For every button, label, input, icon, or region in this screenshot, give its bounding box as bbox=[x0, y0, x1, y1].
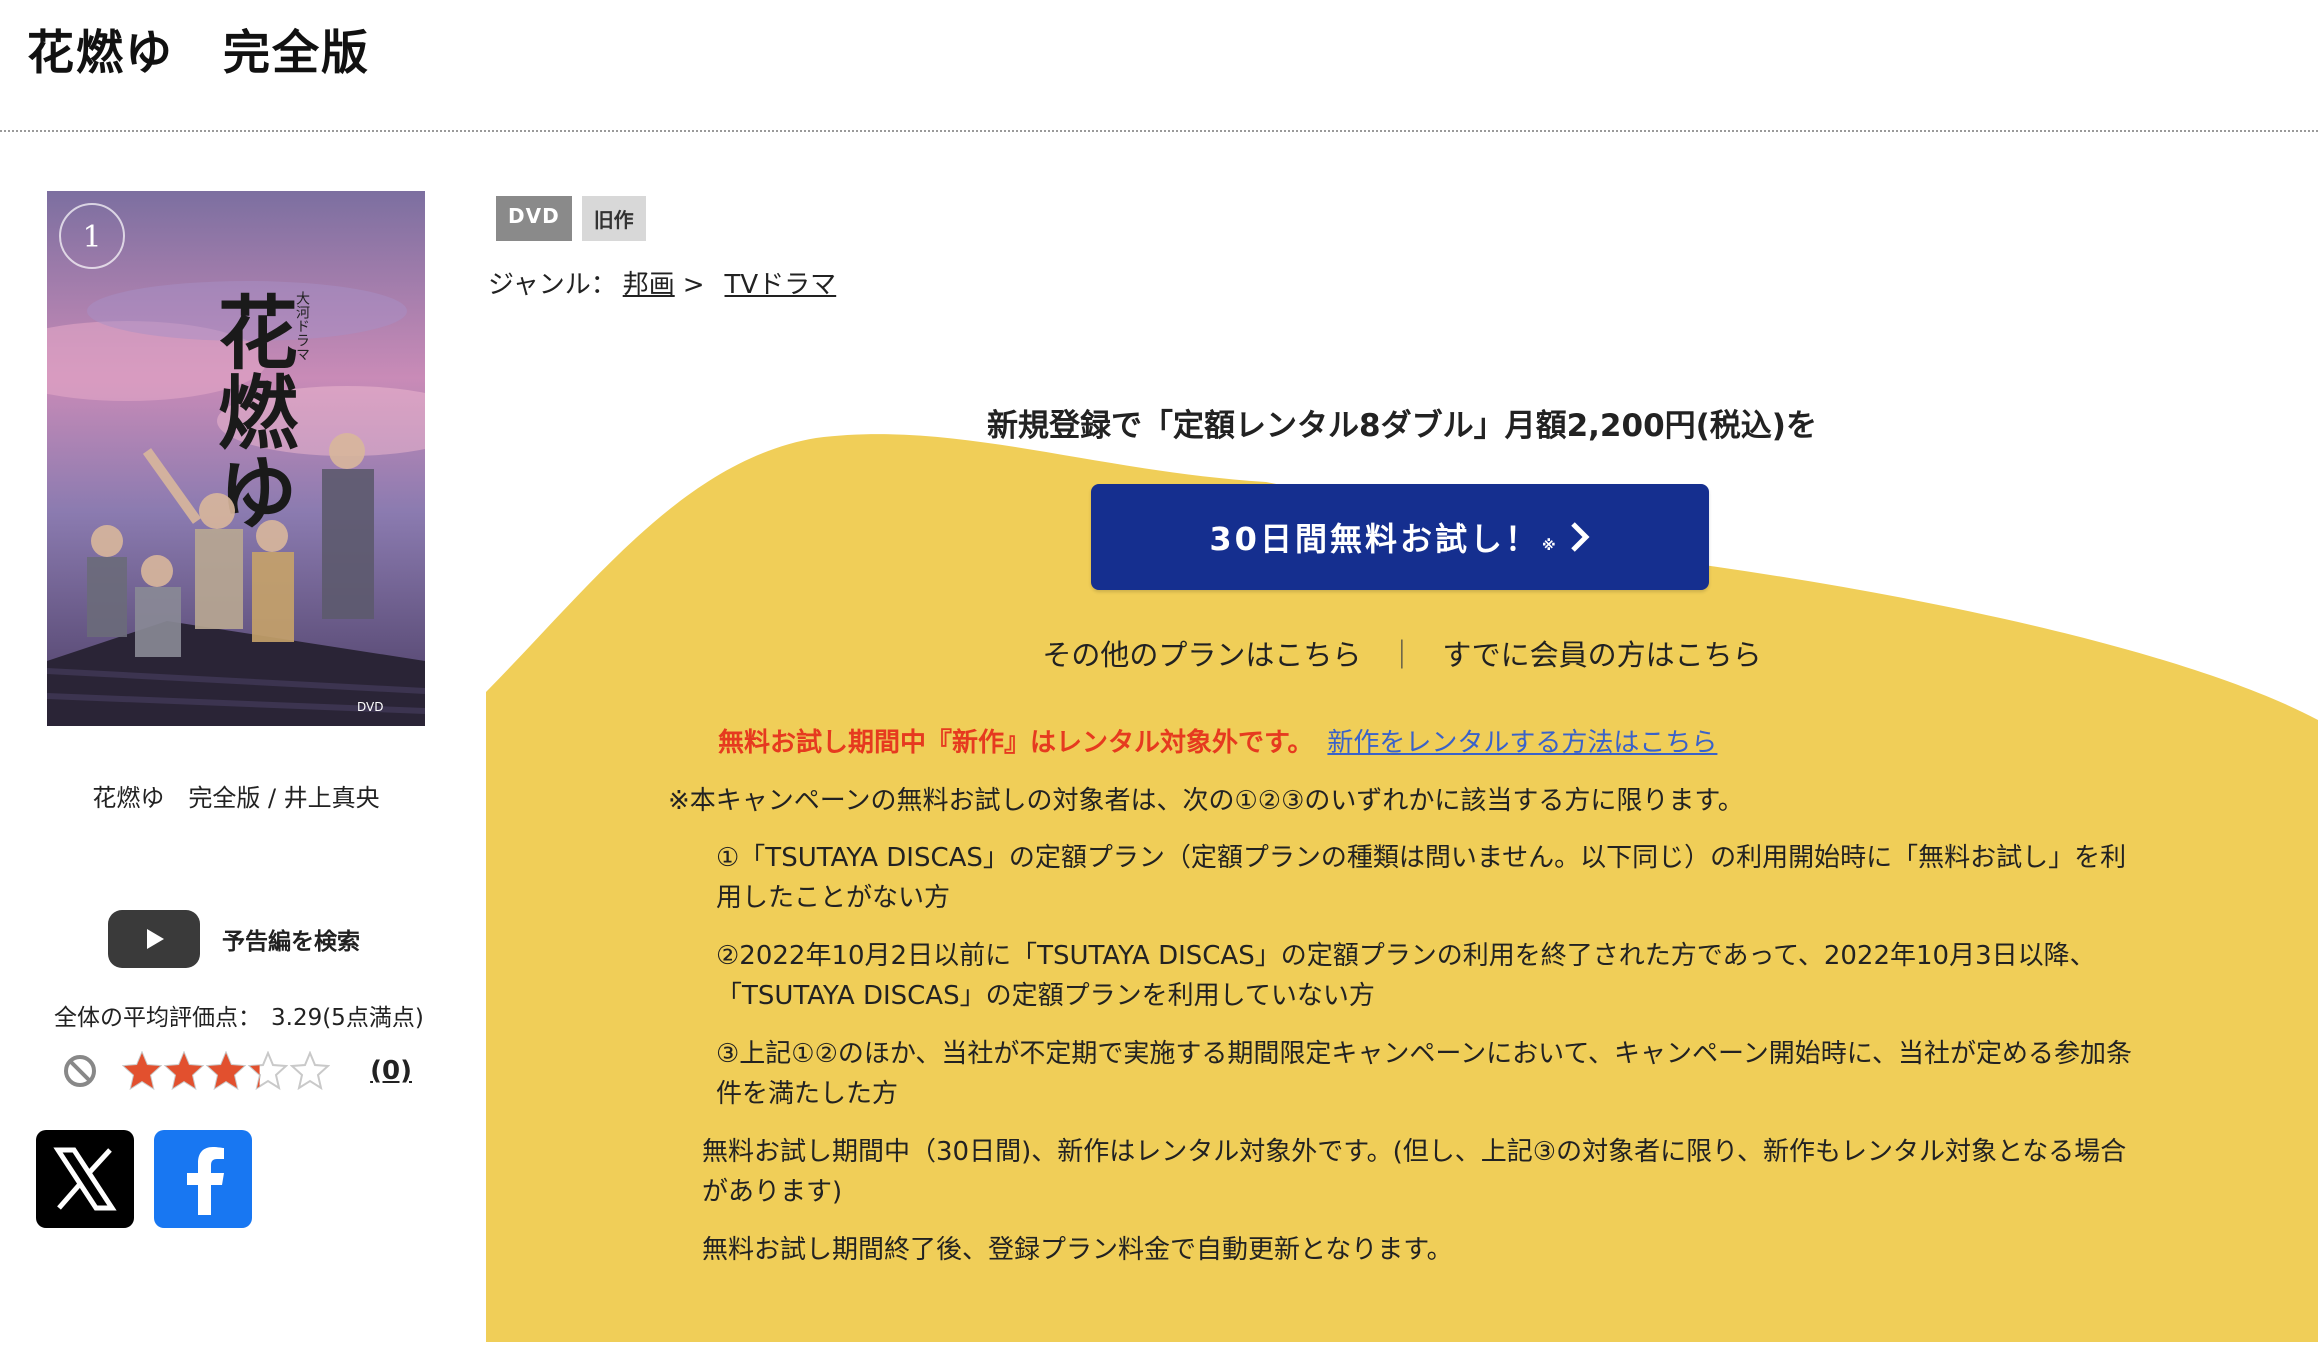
status-badge: 旧作 bbox=[581, 196, 646, 241]
x-logo-icon bbox=[53, 1147, 117, 1211]
facebook-logo-icon bbox=[187, 1147, 224, 1215]
plan-links-separator: ｜ bbox=[1387, 638, 1417, 672]
not-interested-icon[interactable] bbox=[62, 1053, 98, 1089]
svg-text:DVD: DVD bbox=[357, 700, 383, 714]
facebook-share-button[interactable] bbox=[154, 1130, 252, 1228]
youtube-play-icon bbox=[108, 910, 200, 968]
star-rating[interactable] bbox=[122, 1051, 330, 1091]
member-login-link[interactable]: すでに会員の方はこちら bbox=[1442, 638, 1761, 672]
x-share-button[interactable] bbox=[36, 1130, 134, 1228]
average-rating-value: 3.29(5点満点) bbox=[271, 1005, 424, 1031]
trailer-label: 予告編を検索 bbox=[222, 929, 360, 955]
badges: DVD 旧作 bbox=[496, 196, 646, 241]
header-divider bbox=[0, 130, 2318, 132]
star-5[interactable] bbox=[290, 1051, 330, 1091]
cover-volume: 1 bbox=[82, 220, 101, 255]
star-2[interactable] bbox=[164, 1051, 204, 1091]
plan-links: その他のプランはこちら ｜ すでに会員の方はこちら bbox=[486, 632, 2318, 674]
page-title: 花燃ゆ 完全版 bbox=[27, 26, 370, 81]
trial-new-release-note: 無料お試し期間中（30日間)、新作はレンタル対象外です。(但し、上記③の対象者に… bbox=[702, 1137, 2127, 1207]
campaign-eligibility-intro: ※本キャンペーンの無料お試しの対象者は、次の①②③のいずれかに該当する方に限りま… bbox=[668, 786, 1744, 816]
condition-3: ③上記①②のほか、当社が不定期で実施する期間限定キャンペーンにおいて、キャンペー… bbox=[716, 1039, 2132, 1109]
chevron-right-icon bbox=[1570, 522, 1590, 552]
trailer-search-link[interactable]: 予告編を検索 bbox=[108, 910, 360, 968]
genre-separator: > bbox=[682, 270, 705, 300]
promo-headline: 新規登録で「定額レンタル8ダブル」月額2,200円(税込)を bbox=[987, 408, 1817, 444]
review-count-link[interactable]: (0) bbox=[370, 1056, 412, 1086]
star-1[interactable] bbox=[122, 1051, 162, 1091]
format-badge: DVD bbox=[496, 196, 572, 241]
star-3[interactable] bbox=[206, 1051, 246, 1091]
genre-breadcrumb: ジャンル： 邦画 > TVドラマ bbox=[488, 264, 836, 301]
genre-link-level1[interactable]: 邦画 bbox=[623, 270, 675, 300]
condition-1: ①「TSUTAYA DISCAS」の定額プラン（定額プランの種類は問いません。以… bbox=[716, 843, 2127, 913]
condition-2: ②2022年10月2日以前に「TSUTAYA DISCAS」の定額プランの利用を… bbox=[716, 941, 2096, 1011]
new-release-rental-link[interactable]: 新作をレンタルする方法はこちら bbox=[1327, 728, 1717, 758]
auto-renew-note: 無料お試し期間終了後、登録プラン料金で自動更新となります。 bbox=[702, 1235, 1453, 1265]
cover-image[interactable]: 1 大河ドラマ 花燃ゆ DVD bbox=[47, 191, 425, 726]
free-trial-note: ※ bbox=[1541, 538, 1559, 554]
genre-link-level2[interactable]: TVドラマ bbox=[725, 270, 837, 300]
average-rating-label: 全体の平均評価点： bbox=[54, 1005, 261, 1031]
average-rating: 全体の平均評価点： 3.29(5点満点) bbox=[54, 998, 424, 1032]
item-caption: 花燃ゆ 完全版 / 井上真央 bbox=[92, 784, 380, 812]
free-trial-button[interactable]: 30日間無料お試し！ ※ bbox=[1091, 484, 1709, 590]
genre-label: ジャンル： bbox=[488, 270, 617, 300]
warning-text: 無料お試し期間中『新作』はレンタル対象外です。 bbox=[718, 728, 1314, 758]
rating-row: (0) bbox=[62, 1046, 422, 1096]
new-release-warning: 無料お試し期間中『新作』はレンタル対象外です。 新作をレンタルする方法はこちら bbox=[718, 722, 1717, 759]
star-4[interactable] bbox=[248, 1051, 288, 1091]
free-trial-label: 30日間無料お試し！ bbox=[1209, 520, 1540, 558]
other-plans-link[interactable]: その他のプランはこちら bbox=[1042, 638, 1361, 672]
